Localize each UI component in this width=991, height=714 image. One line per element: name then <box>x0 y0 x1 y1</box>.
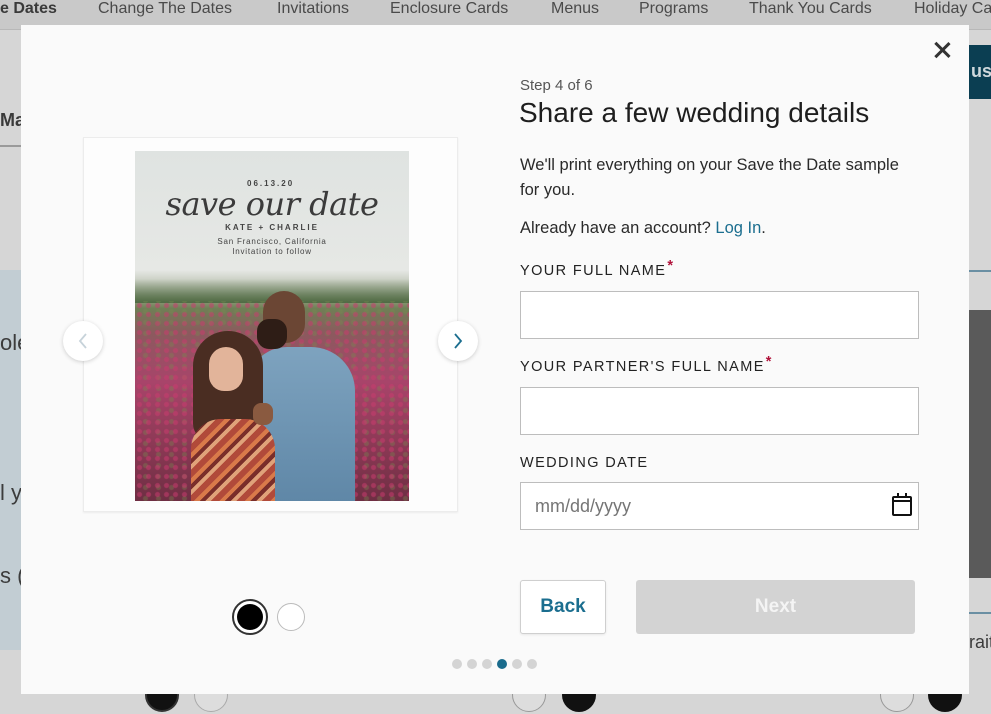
back-button[interactable]: Back <box>520 580 606 634</box>
step-dot-current <box>497 659 507 669</box>
step-dot <box>482 659 492 669</box>
card-details: San Francisco, California Invitation to … <box>135 237 409 257</box>
page-title: Share a few wedding details <box>519 97 870 128</box>
step-dot <box>527 659 537 669</box>
partner-name-input[interactable] <box>521 388 918 434</box>
nav-item-invitations[interactable]: Invitations <box>277 0 349 17</box>
account-prompt-text: Already have an account? <box>520 219 711 237</box>
step-dot <box>452 659 462 669</box>
background-divider <box>969 270 991 272</box>
next-image-button[interactable] <box>438 321 478 361</box>
close-icon[interactable] <box>929 37 955 63</box>
full-name-field[interactable] <box>520 291 919 339</box>
full-name-input[interactable] <box>521 292 918 338</box>
background-divider <box>969 612 991 614</box>
login-suffix: . <box>761 219 766 237</box>
previous-image-button[interactable] <box>63 321 103 361</box>
card-names: KATE + CHARLIE <box>225 223 319 232</box>
required-mark: * <box>667 258 675 274</box>
save-the-date-card-image: 06.13.20 save our date KATE + CHARLIE Sa… <box>135 151 409 501</box>
nav-item-thank-you-cards[interactable]: Thank You Cards <box>749 0 872 17</box>
full-name-label: YOUR FULL NAME* <box>520 258 675 279</box>
color-option-black[interactable] <box>232 599 268 635</box>
nav-item-enclosure-cards[interactable]: Enclosure Cards <box>390 0 508 17</box>
card-location: San Francisco, California <box>217 237 327 246</box>
background-text-fragment: l y <box>0 480 22 505</box>
calendar-icon[interactable] <box>892 493 912 516</box>
background-left-panel <box>0 270 22 650</box>
chevron-left-icon <box>78 333 87 349</box>
card-preview: 06.13.20 save our date KATE + CHARLIE Sa… <box>83 137 458 512</box>
form-description: We'll print everything on your Save the … <box>520 156 899 199</box>
partner-name-field[interactable] <box>520 387 919 435</box>
background-tab-underline <box>0 145 22 147</box>
step-label: Step 4 of 6 <box>520 77 593 94</box>
sample-request-modal: 06.13.20 save our date KATE + CHARLIE Sa… <box>21 25 969 694</box>
step-dot <box>467 659 477 669</box>
nav-item-change-the-dates[interactable]: Change The Dates <box>98 0 232 17</box>
background-text-fragment: rait <box>969 632 991 652</box>
wedding-date-label: WEDDING DATE <box>520 455 649 471</box>
card-followup: Invitation to follow <box>232 247 312 256</box>
card-headline: save our date <box>165 185 379 223</box>
step-dot <box>512 659 522 669</box>
wedding-date-field[interactable] <box>520 482 919 530</box>
background-customize-button[interactable]: ust <box>969 45 991 99</box>
login-link[interactable]: Log In <box>715 219 761 237</box>
partner-name-label: YOUR PARTNER'S FULL NAME* <box>520 354 773 375</box>
next-button[interactable]: Next <box>636 580 915 634</box>
step-progress-dots <box>452 659 537 669</box>
nav-item-programs[interactable]: Programs <box>639 0 708 17</box>
required-mark: * <box>765 354 773 370</box>
nav-item-menus[interactable]: Menus <box>551 0 599 17</box>
account-prompt: Already have an account? Log In. <box>520 219 766 238</box>
chevron-right-icon <box>454 333 463 349</box>
background-product-image <box>969 310 991 578</box>
color-option-white[interactable] <box>277 603 305 631</box>
nav-item-holiday-cards[interactable]: Holiday Ca <box>914 0 991 17</box>
wedding-date-input[interactable] <box>521 483 918 529</box>
nav-item-save-the-dates[interactable]: e Dates <box>0 0 57 17</box>
